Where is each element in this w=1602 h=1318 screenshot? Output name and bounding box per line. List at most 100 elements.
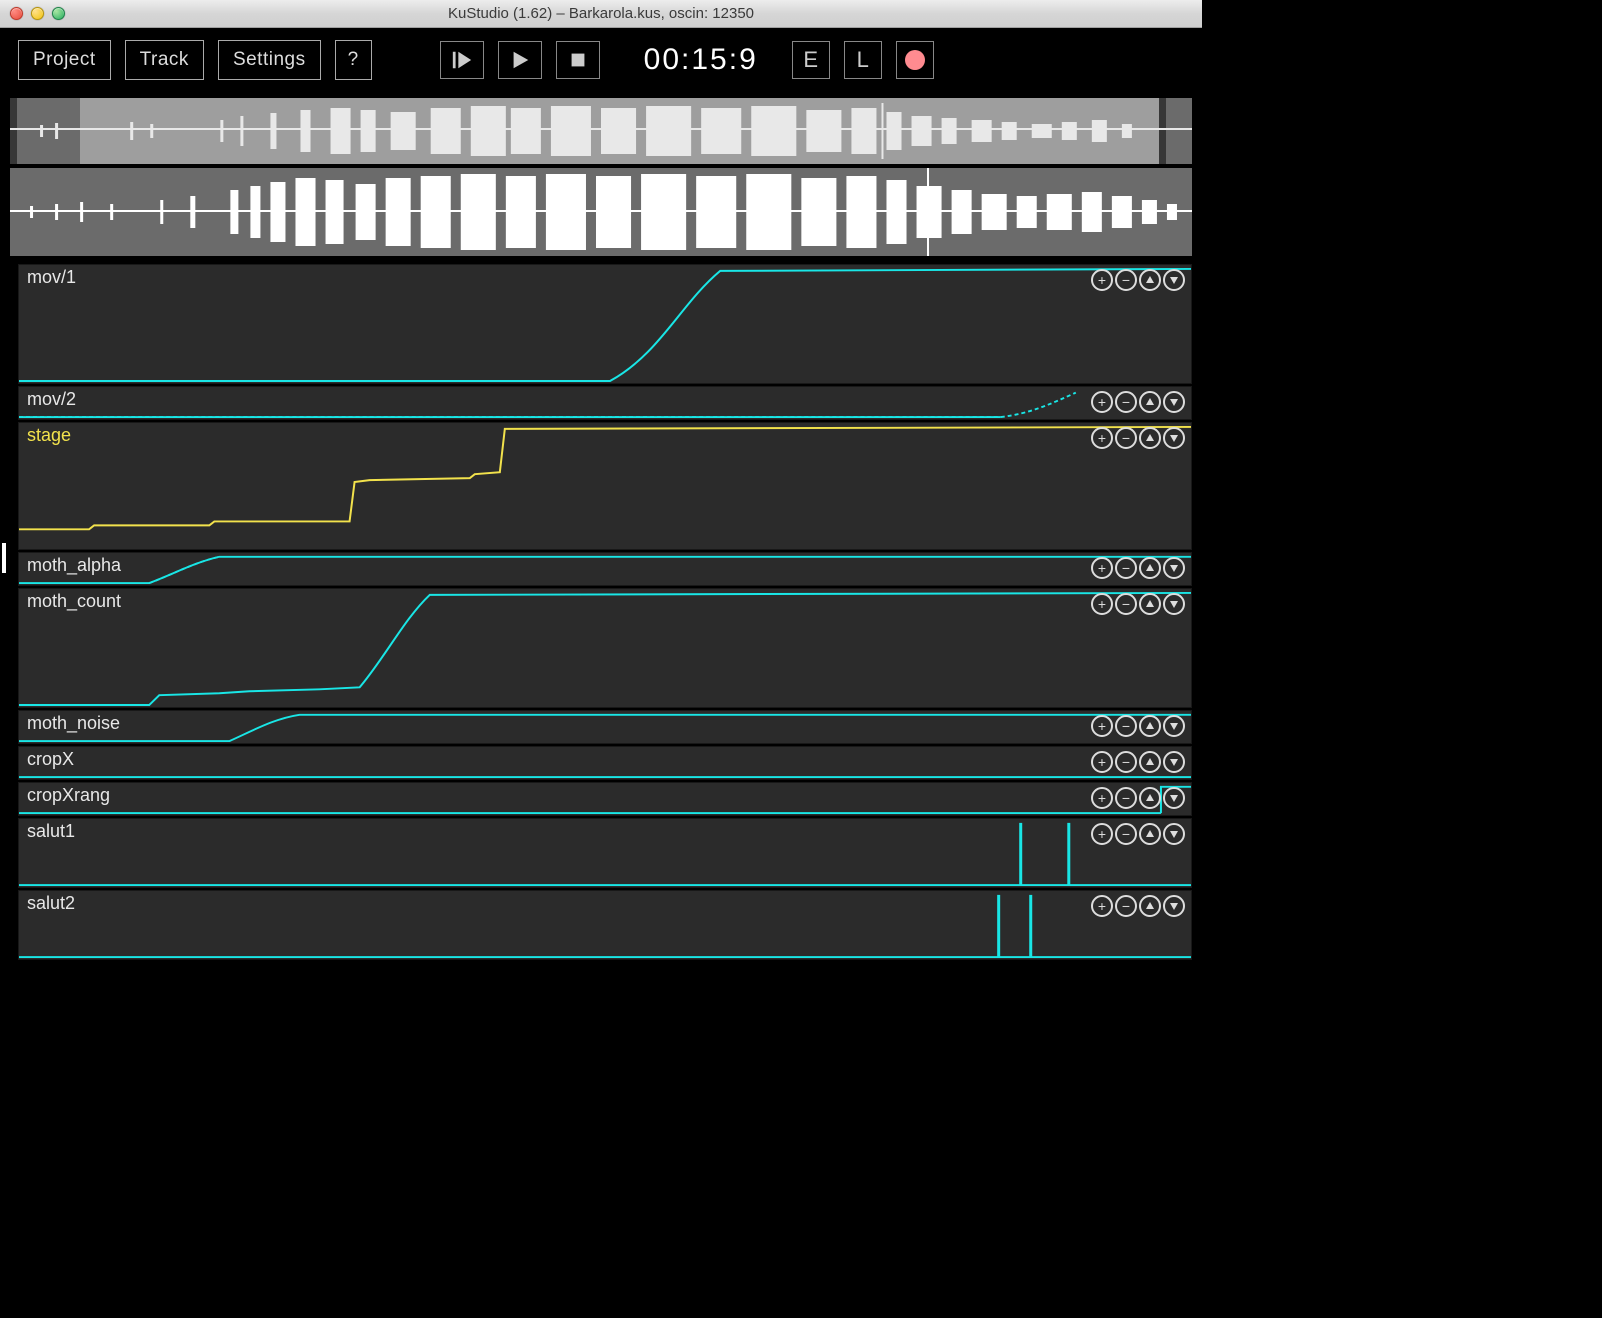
track-down-button[interactable] (1163, 751, 1185, 773)
track-remove-button[interactable]: − (1115, 895, 1137, 917)
track-remove-button[interactable]: − (1115, 557, 1137, 579)
track-down-button[interactable] (1163, 895, 1185, 917)
track-label: cropXrang (27, 785, 110, 806)
track-curve (19, 891, 1191, 959)
track-row[interactable]: mov/1 + − (18, 264, 1192, 384)
track-remove-button[interactable]: − (1115, 823, 1137, 845)
track-up-button[interactable] (1139, 751, 1161, 773)
record-icon (905, 50, 925, 70)
track-curve (19, 819, 1191, 887)
stop-button[interactable] (556, 41, 600, 79)
track-row[interactable]: stage + − (18, 422, 1192, 550)
track-add-button[interactable]: + (1091, 823, 1113, 845)
track-curve (19, 747, 1191, 779)
playhead[interactable] (927, 168, 929, 256)
track-controls: + − (1091, 895, 1185, 917)
track-row[interactable]: cropX + − (18, 746, 1192, 780)
track-controls: + − (1091, 391, 1185, 413)
track-add-button[interactable]: + (1091, 787, 1113, 809)
track-remove-button[interactable]: − (1115, 751, 1137, 773)
track-down-button[interactable] (1163, 427, 1185, 449)
track-down-button[interactable] (1163, 391, 1185, 413)
track-up-button[interactable] (1139, 895, 1161, 917)
track-controls: + − (1091, 823, 1185, 845)
track-curve (19, 265, 1191, 383)
track-remove-button[interactable]: − (1115, 427, 1137, 449)
track-label: moth_alpha (27, 555, 121, 576)
track-up-button[interactable] (1139, 593, 1161, 615)
track-label: stage (27, 425, 71, 446)
tracks-area: mov/1 + − mov/2 + − stage + (0, 260, 1202, 960)
track-up-button[interactable] (1139, 557, 1161, 579)
track-down-button[interactable] (1163, 787, 1185, 809)
track-add-button[interactable]: + (1091, 593, 1113, 615)
help-button[interactable]: ? (335, 40, 372, 80)
track-add-button[interactable]: + (1091, 269, 1113, 291)
track-add-button[interactable]: + (1091, 751, 1113, 773)
left-ruler-tick (2, 543, 6, 573)
track-label: mov/1 (27, 267, 76, 288)
track-down-button[interactable] (1163, 715, 1185, 737)
track-add-button[interactable]: + (1091, 557, 1113, 579)
track-up-button[interactable] (1139, 823, 1161, 845)
track-row[interactable]: moth_noise + − (18, 710, 1192, 744)
stop-icon (567, 49, 589, 71)
track-label: moth_count (27, 591, 121, 612)
e-button[interactable]: E (792, 41, 830, 79)
track-curve (19, 553, 1191, 585)
track-controls: + − (1091, 751, 1185, 773)
track-remove-button[interactable]: − (1115, 269, 1137, 291)
timeline-overview[interactable] (10, 98, 1192, 164)
titlebar: KuStudio (1.62) – Barkarola.kus, oscin: … (0, 0, 1202, 28)
overview-waveform (10, 98, 1192, 164)
track-remove-button[interactable]: − (1115, 787, 1137, 809)
track-row[interactable]: cropXrang + − (18, 782, 1192, 816)
track-up-button[interactable] (1139, 391, 1161, 413)
track-controls: + − (1091, 593, 1185, 615)
track-row[interactable]: moth_count + − (18, 588, 1192, 708)
settings-menu[interactable]: Settings (218, 40, 321, 80)
track-label: salut2 (27, 893, 75, 914)
timecode-display: 00:15:9 (644, 43, 758, 77)
track-remove-button[interactable]: − (1115, 715, 1137, 737)
project-menu[interactable]: Project (18, 40, 111, 80)
track-curve (19, 423, 1191, 549)
track-remove-button[interactable]: − (1115, 391, 1137, 413)
record-button[interactable] (896, 41, 934, 79)
track-curve (19, 387, 1191, 419)
track-remove-button[interactable]: − (1115, 593, 1137, 615)
play-from-start-button[interactable] (440, 41, 484, 79)
track-up-button[interactable] (1139, 787, 1161, 809)
track-controls: + − (1091, 269, 1185, 291)
track-row[interactable]: mov/2 + − (18, 386, 1192, 420)
track-down-button[interactable] (1163, 593, 1185, 615)
track-label: salut1 (27, 821, 75, 842)
track-add-button[interactable]: + (1091, 895, 1113, 917)
track-menu[interactable]: Track (125, 40, 204, 80)
track-label: moth_noise (27, 713, 120, 734)
track-controls: + − (1091, 787, 1185, 809)
toolbar: Project Track Settings ? 00:15:9 E L (0, 28, 1202, 94)
track-curve (19, 711, 1191, 743)
l-button[interactable]: L (844, 41, 882, 79)
track-add-button[interactable]: + (1091, 427, 1113, 449)
track-controls: + − (1091, 715, 1185, 737)
track-add-button[interactable]: + (1091, 715, 1113, 737)
track-row[interactable]: salut1 + − (18, 818, 1192, 888)
track-down-button[interactable] (1163, 823, 1185, 845)
track-controls: + − (1091, 427, 1185, 449)
track-up-button[interactable] (1139, 269, 1161, 291)
play-button[interactable] (498, 41, 542, 79)
track-up-button[interactable] (1139, 715, 1161, 737)
timeline-main[interactable] (10, 168, 1192, 256)
track-down-button[interactable] (1163, 269, 1185, 291)
track-add-button[interactable]: + (1091, 391, 1113, 413)
track-row[interactable]: salut2 + − (18, 890, 1192, 960)
track-down-button[interactable] (1163, 557, 1185, 579)
track-label: mov/2 (27, 389, 76, 410)
track-row[interactable]: moth_alpha + − (18, 552, 1192, 586)
track-curve (19, 783, 1191, 815)
track-up-button[interactable] (1139, 427, 1161, 449)
track-controls: + − (1091, 557, 1185, 579)
track-label: cropX (27, 749, 74, 770)
